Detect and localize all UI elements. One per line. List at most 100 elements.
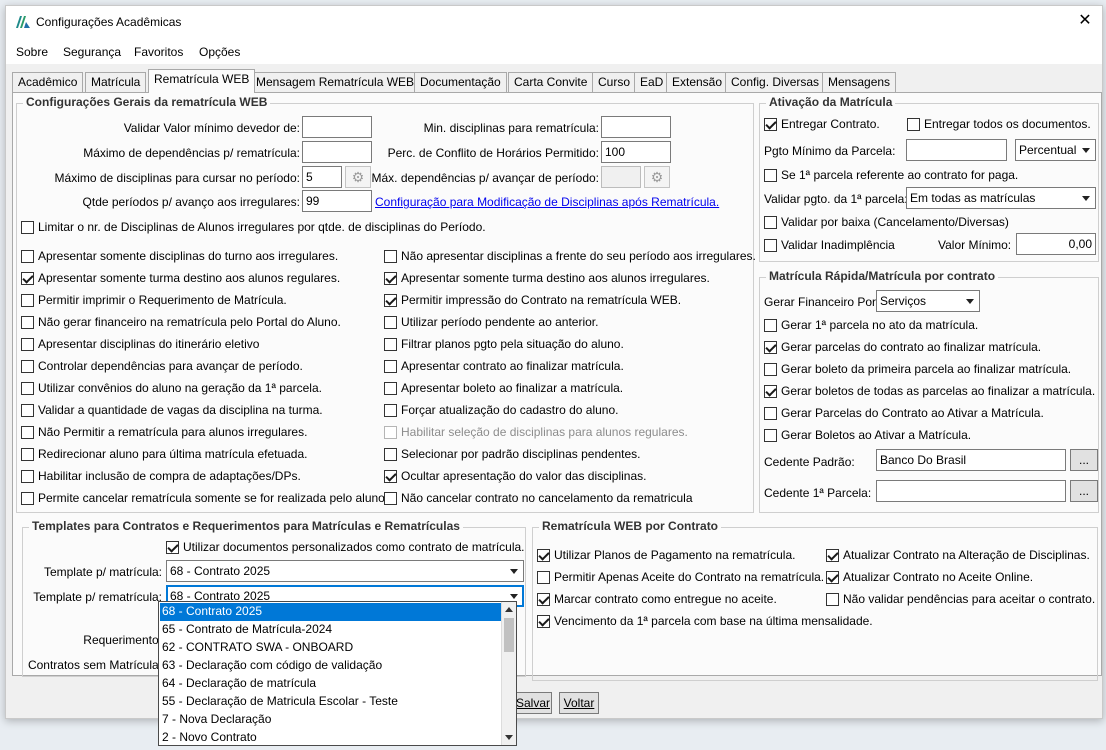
checkbox-box[interactable]	[21, 249, 34, 263]
option-checkbox[interactable]: Utilizar período pendente ao anterior.	[384, 315, 598, 329]
salvar-button[interactable]: Salvar	[514, 692, 552, 714]
checkbox-box[interactable]	[21, 293, 34, 307]
option-checkbox[interactable]: Permitir impressão do Contrato na rematr…	[384, 293, 681, 307]
checkbox-box[interactable]	[21, 403, 34, 417]
checkbox-box[interactable]	[764, 362, 777, 376]
tab-documentacao[interactable]: Documentação	[414, 72, 507, 92]
checkbox-box[interactable]	[166, 540, 179, 554]
checkbox-box[interactable]	[21, 491, 34, 505]
web-option-checkbox[interactable]: Utilizar Planos de Pagamento na rematríc…	[537, 548, 795, 562]
option-checkbox[interactable]: Forçar atualização do cadastro do aluno.	[384, 403, 618, 417]
dropdown-option[interactable]: 7 - Nova Declaração	[160, 711, 502, 729]
option-checkbox[interactable]: Utilizar convênios do aluno na geração d…	[21, 381, 322, 395]
checkbox-box[interactable]	[384, 381, 397, 395]
tab-curso[interactable]: Curso	[592, 72, 637, 92]
checkbox-box[interactable]	[21, 315, 34, 329]
checkbox-box[interactable]	[764, 318, 777, 332]
checkbox-box[interactable]	[21, 220, 34, 234]
checkbox-box[interactable]	[21, 425, 34, 439]
scroll-thumb[interactable]	[504, 618, 514, 652]
checkbox-box[interactable]	[384, 469, 397, 483]
option-checkbox[interactable]: Não Permitir a rematrícula para alunos i…	[21, 425, 307, 439]
checkbox-box[interactable]	[384, 271, 397, 285]
tab-config-diversas[interactable]: Config. Diversas	[725, 72, 826, 92]
entregar-todos-checkbox[interactable]: Entregar todos os documentos.	[907, 117, 1091, 131]
option-checkbox[interactable]: Não apresentar disciplinas a frente do s…	[384, 249, 756, 263]
checkbox-box[interactable]	[764, 340, 777, 354]
qtde-input[interactable]: 99	[302, 190, 372, 212]
max-disc-input[interactable]: 5	[302, 166, 342, 188]
rapida-option-checkbox[interactable]: Gerar Boletos ao Ativar a Matrícula.	[764, 428, 971, 442]
checkbox-box[interactable]	[537, 570, 550, 584]
valor-minimo-input[interactable]: 0,00	[1016, 233, 1096, 255]
checkbox-box[interactable]	[384, 249, 397, 263]
checkbox-box[interactable]	[764, 117, 777, 131]
cedente-padrao-input[interactable]: Banco Do Brasil	[876, 449, 1066, 471]
option-checkbox[interactable]: Filtrar planos pgto pela situação do alu…	[384, 337, 624, 351]
cedente-parcela-lookup-button[interactable]: ...	[1070, 480, 1098, 502]
checkbox-box[interactable]	[384, 491, 397, 505]
checkbox-box[interactable]	[537, 614, 550, 628]
tpl-matricula-select[interactable]: 68 - Contrato 2025	[166, 560, 524, 582]
option-checkbox[interactable]: Apresentar boleto ao finalizar a matrícu…	[384, 381, 623, 395]
dropdown-option[interactable]: 68 - Contrato 2025	[160, 603, 502, 621]
option-checkbox[interactable]: Não cancelar contrato no cancelamento da…	[384, 491, 693, 505]
web-option-checkbox[interactable]: Não validar pendências para aceitar o co…	[826, 592, 1095, 606]
option-checkbox[interactable]: Validar a quantidade de vagas da discipl…	[21, 403, 323, 417]
gerar-fin-select[interactable]: Serviços	[876, 290, 980, 312]
option-checkbox[interactable]: Permitir imprimir o Requerimento de Matr…	[21, 293, 287, 307]
checkbox-box[interactable]	[764, 406, 777, 420]
checkbox-box[interactable]	[537, 548, 550, 562]
validar-valor-input[interactable]	[302, 116, 372, 138]
max-dep-input[interactable]	[302, 141, 372, 163]
web-option-checkbox[interactable]: Vencimento da 1ª parcela com base na últ…	[537, 614, 873, 628]
option-checkbox[interactable]: Habilitar inclusão de compra de adaptaçõ…	[21, 469, 301, 483]
close-icon[interactable]: ✕	[1074, 10, 1096, 32]
checkbox-box[interactable]	[764, 428, 777, 442]
option-checkbox[interactable]: Permite cancelar rematrícula somente se …	[21, 491, 388, 505]
option-checkbox[interactable]: Apresentar contrato ao finalizar matrícu…	[384, 359, 624, 373]
cedente-parcela-input[interactable]	[876, 480, 1066, 502]
checkbox-box[interactable]	[907, 117, 920, 131]
perc-input[interactable]: 100	[601, 141, 671, 163]
dropdown-scrollbar[interactable]	[501, 602, 516, 745]
option-checkbox[interactable]: Redirecionar aluno para última matrícula…	[21, 447, 307, 461]
limitar-checkbox[interactable]: Limitar o nr. de Disciplinas de Alunos i…	[21, 220, 486, 234]
checkbox-box[interactable]	[384, 403, 397, 417]
dropdown-option[interactable]: 64 - Declaração de matrícula	[160, 675, 502, 693]
dropdown-option[interactable]: 65 - Contrato de Matrícula-2024	[160, 621, 502, 639]
checkbox-box[interactable]	[764, 384, 777, 398]
checkbox-box[interactable]	[21, 469, 34, 483]
web-option-checkbox[interactable]: Permitir Apenas Aceite do Contrato na re…	[537, 570, 824, 584]
menu-favoritos[interactable]: Favoritos	[134, 45, 183, 59]
option-checkbox[interactable]: Não gerar financeiro na rematrícula pelo…	[21, 315, 341, 329]
checkbox-box[interactable]	[537, 592, 550, 606]
menu-seguranca[interactable]: Segurança	[63, 45, 121, 59]
option-checkbox[interactable]: Selecionar por padrão disciplinas penden…	[384, 447, 641, 461]
tab-academico[interactable]: Acadêmico	[12, 72, 84, 92]
tab-mensagens[interactable]: Mensagens	[822, 72, 897, 92]
dropdown-option[interactable]: 55 - Declaração de Matricula Escolar - T…	[160, 693, 502, 711]
tab-rematricula-web[interactable]: Rematrícula WEB	[148, 69, 256, 93]
template-dropdown-list[interactable]: 68 - Contrato 2025 65 - Contrato de Matrí…	[158, 601, 517, 746]
validar-inad-checkbox[interactable]: Validar Inadimplência	[764, 238, 895, 252]
tab-extensao[interactable]: Extensão	[666, 72, 729, 92]
checkbox-box[interactable]	[384, 359, 397, 373]
max-dep-avanco-gear-icon[interactable]: ⚙	[644, 166, 670, 188]
checkbox-box[interactable]	[21, 271, 34, 285]
tab-carta-convite[interactable]: Carta Convite	[508, 72, 594, 92]
checkbox-box[interactable]	[764, 238, 777, 252]
max-disc-gear-icon[interactable]: ⚙	[345, 166, 371, 188]
rapida-option-checkbox[interactable]: Gerar boleto da primeira parcela ao fina…	[764, 362, 1071, 376]
menu-opcoes[interactable]: Opções	[199, 45, 240, 59]
option-checkbox[interactable]: Ocultar apresentação do valor das discip…	[384, 469, 646, 483]
checkbox-box[interactable]	[21, 381, 34, 395]
checkbox-box[interactable]	[384, 293, 397, 307]
validar-pgto-select[interactable]: Em todas as matrículas	[906, 187, 1096, 209]
scroll-up-icon[interactable]	[505, 607, 513, 612]
checkbox-box[interactable]	[764, 215, 777, 229]
option-checkbox[interactable]: Controlar dependências para avançar de p…	[21, 359, 303, 373]
cedente-padrao-lookup-button[interactable]: ...	[1070, 449, 1098, 471]
checkbox-box[interactable]	[826, 548, 839, 562]
checkbox-box[interactable]	[384, 447, 397, 461]
